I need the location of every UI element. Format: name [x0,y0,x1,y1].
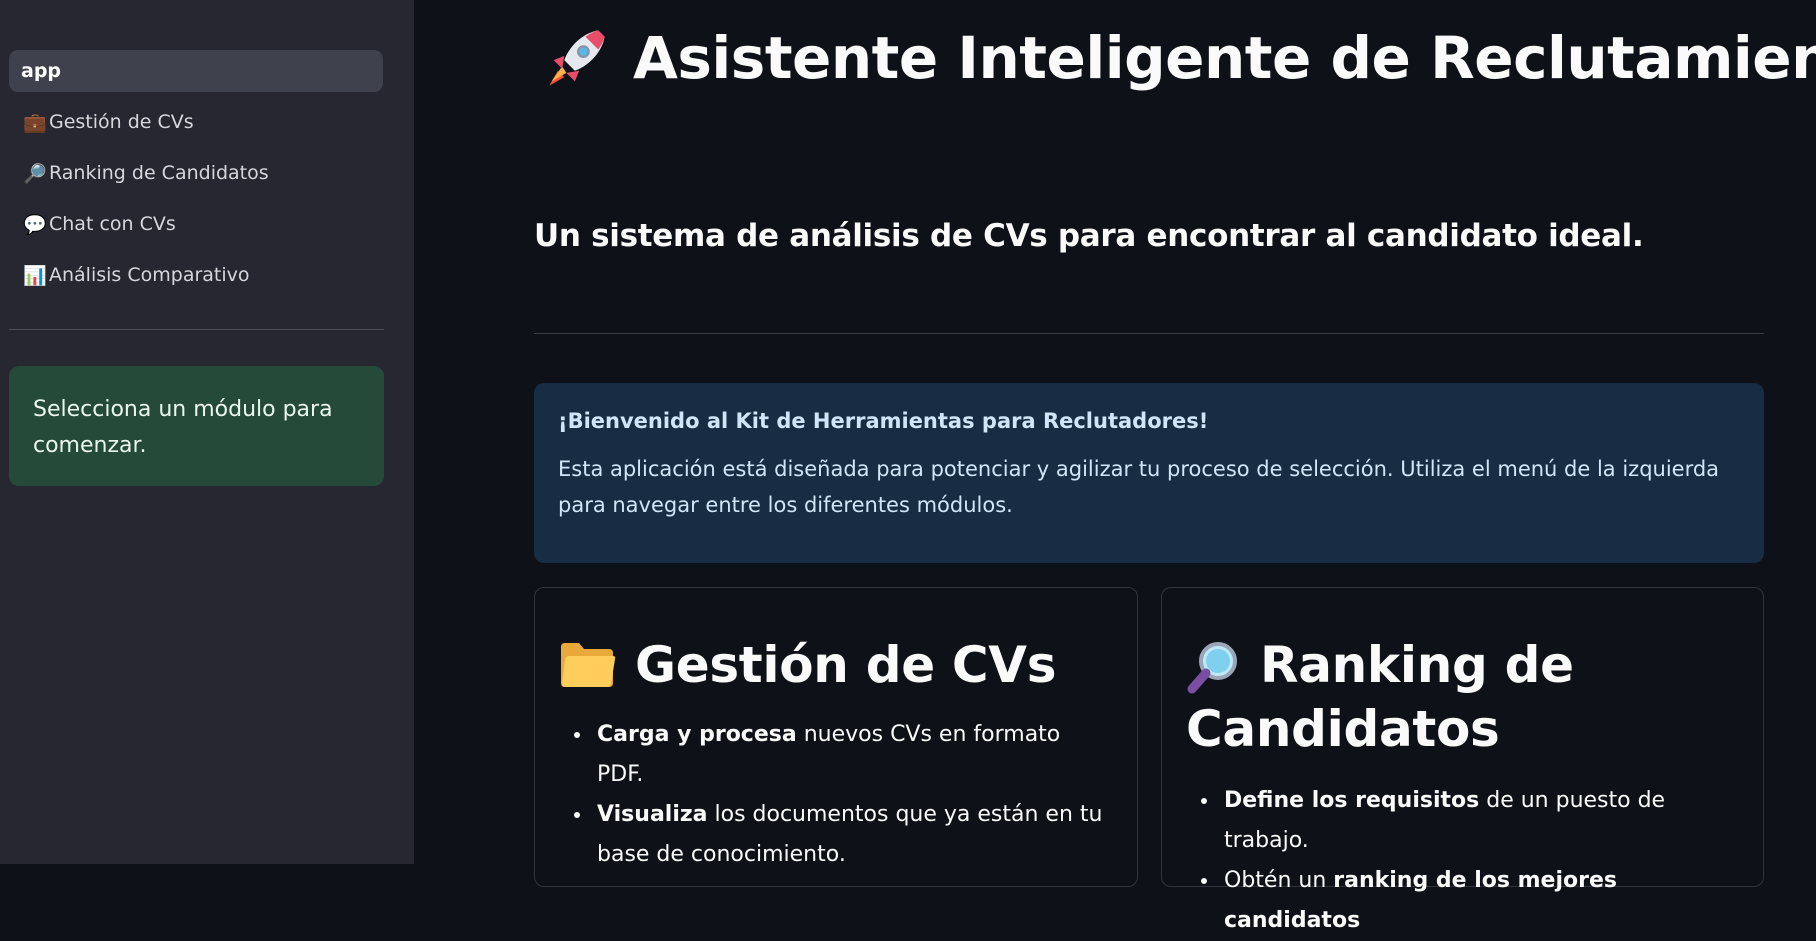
list-item: Carga y procesa nuevos CVs en formato PD… [593,715,1113,795]
sidebar-item-label: Ranking de Candidatos [49,162,269,184]
bar-chart-icon: 📊 [23,264,47,287]
page-subtitle: Un sistema de análisis de CVs para encon… [534,218,1644,254]
bullet-bold: Carga y procesa [597,722,797,747]
sidebar-item-gestion-cvs[interactable]: 💼 Gestión de CVs [9,101,383,143]
card-title-line1: Ranking de [1260,636,1574,694]
rocket-icon [549,30,605,86]
sidebar-item-label: app [21,60,62,82]
list-item: Obtén un ranking de los mejores candidat… [1220,861,1739,941]
card-ranking: Ranking de Candidatos Define los requisi… [1161,587,1764,933]
card-title-line2: Candidatos [1186,700,1500,758]
sidebar-divider [9,329,384,330]
page-title: Asistente Inteligente de Reclutamiento [543,24,1816,92]
bullet-text: Obtén un [1224,868,1334,893]
sidebar-item-ranking[interactable]: 🔎 Ranking de Candidatos [9,152,383,194]
speech-bubble-icon: 💬 [23,213,47,236]
sidebar-item-chat[interactable]: 💬 Chat con CVs [9,203,383,245]
card-gestion-cvs: Gestión de CVs Carga y procesa nuevos CV… [534,587,1138,887]
welcome-info-box: ¡Bienvenido al Kit de Herramientas para … [534,383,1764,563]
sidebar: app 💼 Gestión de CVs 🔎 Ranking de Candid… [0,0,414,864]
welcome-title: ¡Bienvenido al Kit de Herramientas para … [558,409,1209,433]
list-item: Define los requisitos de un puesto de tr… [1220,781,1739,861]
welcome-body: Esta aplicación está diseñada para poten… [558,457,1720,517]
magnifier-icon: 🔎 [23,162,47,185]
page-title-text: Asistente Inteligente de Reclutamiento [633,24,1816,92]
sidebar-item-app[interactable]: app [9,50,383,92]
bullet-bold: Define los requisitos [1224,788,1480,813]
feature-list: Define los requisitos de un puesto de tr… [1186,781,1739,941]
folder-icon [561,643,616,687]
divider [534,333,1764,334]
card-title-line2-row: Candidatos [1186,697,1739,761]
card-title-text: Gestión de CVs [635,636,1057,694]
card-title-text: Ranking de [1260,633,1574,697]
feature-list: Carga y procesa nuevos CVs en formato PD… [559,715,1113,875]
bullet-bold: Visualiza [597,802,708,827]
sidebar-item-label: Análisis Comparativo [49,264,250,286]
sidebar-item-label: Gestión de CVs [49,111,194,133]
sidebar-info-message: Selecciona un módulo para comenzar. [9,366,384,486]
sidebar-item-analisis[interactable]: 📊 Análisis Comparativo [9,254,383,296]
briefcase-icon: 💼 [23,111,47,134]
sidebar-item-label: Chat con CVs [49,213,176,235]
card-title: Gestión de CVs [559,633,1113,697]
card-title: Ranking de [1186,633,1739,697]
list-item: Visualiza los documentos que ya están en… [593,795,1113,875]
magnifier-icon [1187,642,1237,694]
